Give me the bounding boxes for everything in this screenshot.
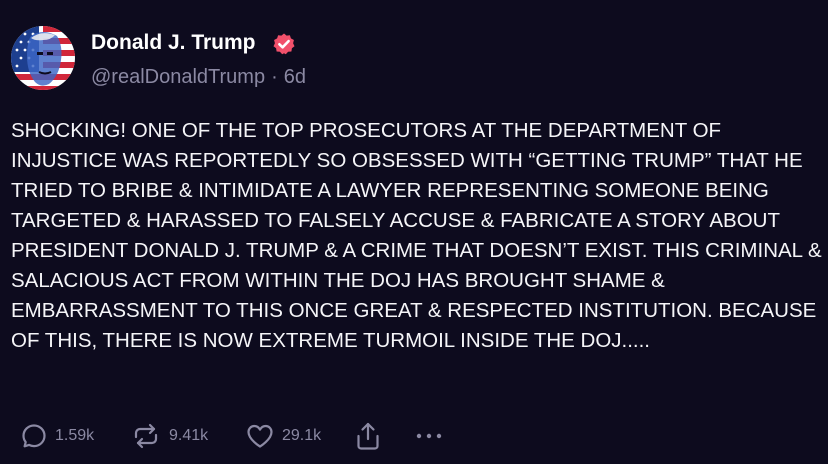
like-count: 29.1k [282,427,322,444]
share-icon [354,421,382,451]
avatar-image [11,26,75,90]
heart-icon [245,422,275,450]
meta-separator: · [271,66,278,88]
truth-post: Donald J. Trump @realDonaldTrump · 6d SHOC… [0,0,828,464]
post-meta: @realDonaldTrump · 6d [91,65,306,89]
retruth-count: 9.41k [169,427,209,444]
verified-badge-icon [272,32,296,56]
post-body: SHOCKING! ONE OF THE TOP PROSECUTORS AT … [11,119,822,352]
retruth-button[interactable]: 9.41k [130,419,208,453]
share-button[interactable] [354,419,382,453]
reply-icon [20,422,48,450]
retruth-icon [130,422,162,450]
more-icon [414,422,444,450]
reply-count: 1.59k [55,427,95,444]
profile-avatar[interactable] [11,26,75,90]
like-button[interactable]: 29.1k [245,419,321,453]
post-age[interactable]: 6d [284,66,306,88]
more-button[interactable] [414,419,444,453]
display-name[interactable]: Donald J. Trump [91,30,256,56]
author-handle[interactable]: @realDonaldTrump [91,66,265,88]
reply-button[interactable]: 1.59k [20,419,94,453]
